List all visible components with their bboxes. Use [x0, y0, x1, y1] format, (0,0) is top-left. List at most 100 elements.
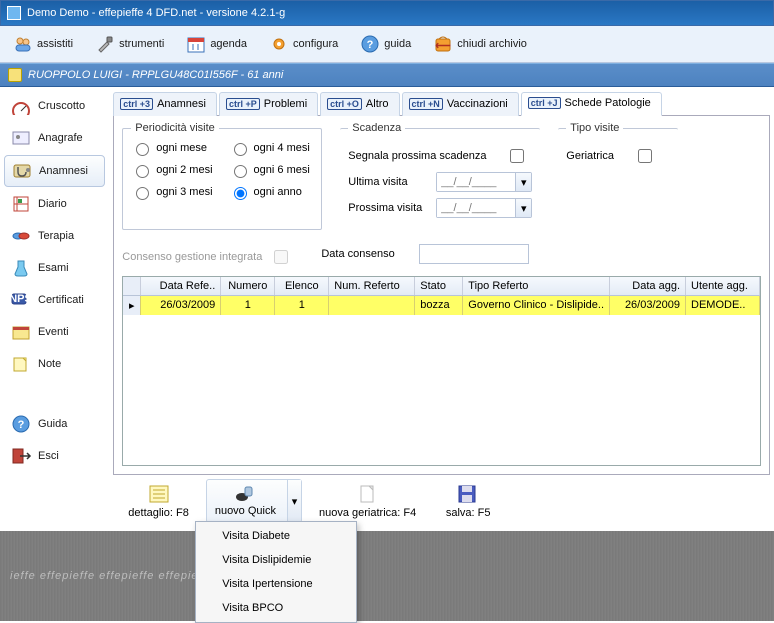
note-icon — [10, 354, 32, 374]
col-num-referto[interactable]: Num. Referto — [329, 277, 415, 295]
radio-ogni-6-mesi[interactable]: ogni 6 mesi — [229, 162, 310, 178]
chevron-down-icon[interactable]: ▾ — [515, 173, 531, 191]
agenda-label: agenda — [210, 38, 247, 50]
tab-altro[interactable]: ctrl +OAltro — [320, 92, 399, 116]
col-tipo[interactable]: Tipo Referto — [463, 277, 610, 295]
stethoscope-icon — [11, 161, 33, 181]
sidebar-item-terapia[interactable]: Terapia — [4, 221, 105, 251]
nuovo-quick-label: nuovo Quick — [215, 505, 276, 517]
tab-vaccinazioni[interactable]: ctrl +NVaccinazioni — [402, 92, 519, 116]
window-title: Demo Demo - effepieffe 4 DFD.net - versi… — [27, 7, 285, 19]
nuovo-quick-dropdown[interactable]: ▾ — [287, 480, 301, 522]
tabs: ctrl +3Anamnesi ctrl +PProblemi ctrl +OA… — [113, 91, 770, 116]
body: Cruscotto Anagrafe Anamnesi Diario Terap… — [0, 87, 774, 531]
col-data-ref[interactable]: Data Refe.. — [141, 277, 221, 295]
assistiti-button[interactable]: assistiti — [6, 30, 80, 58]
svg-text:⟵: ⟵ — [435, 40, 451, 52]
sidebar-item-cruscotto[interactable]: Cruscotto — [4, 91, 105, 121]
radio-ogni-2-mesi[interactable]: ogni 2 mesi — [131, 162, 212, 178]
configura-button[interactable]: configura — [262, 30, 345, 58]
tab-problemi[interactable]: ctrl +PProblemi — [219, 92, 318, 116]
configura-label: configura — [293, 38, 338, 50]
scadenza-legend: Scadenza — [348, 122, 405, 134]
data-consenso-input[interactable] — [419, 244, 529, 264]
geriatrica-checkbox[interactable] — [638, 149, 652, 163]
radio-ogni-3-mesi[interactable]: ogni 3 mesi — [131, 184, 212, 200]
sidebar-item-esami[interactable]: Esami — [4, 253, 105, 283]
patient-icon — [8, 68, 22, 82]
calendar-icon — [186, 34, 206, 54]
sidebar-item-anagrafe[interactable]: Anagrafe — [4, 123, 105, 153]
svg-text:?: ? — [367, 39, 374, 51]
dettaglio-label: dettaglio: F8 — [128, 507, 189, 519]
agenda-button[interactable]: agenda — [179, 30, 254, 58]
main: ctrl +3Anamnesi ctrl +PProblemi ctrl +OA… — [109, 87, 774, 531]
dettaglio-button[interactable]: dettaglio: F8 — [121, 479, 196, 527]
sidebar-item-diario[interactable]: Diario — [4, 189, 105, 219]
sidebar-item-eventi[interactable]: Eventi — [4, 317, 105, 347]
consenso-label: Consenso gestione integrata — [122, 251, 262, 263]
save-icon — [456, 484, 480, 504]
geriatrica-label: Geriatrica — [566, 150, 626, 162]
sidebar-item-certificati[interactable]: INPSCertificati — [4, 285, 105, 315]
svg-text:INPS: INPS — [10, 293, 32, 305]
chevron-down-icon[interactable]: ▾ — [515, 199, 531, 217]
salva-button[interactable]: salva: F5 — [433, 479, 503, 527]
tools-icon — [95, 34, 115, 54]
document-new-icon — [356, 484, 380, 504]
guida-button[interactable]: ? guida — [353, 30, 418, 58]
sidebar-item-anamnesi[interactable]: Anamnesi — [4, 155, 105, 187]
bottom-bar: dettaglio: F8 nuovo Quick ▾ nuova geriat… — [113, 475, 770, 531]
watermark: ieffe effepieffe effepieffe effepieffe e… — [0, 531, 774, 621]
sidebar-item-guida[interactable]: ?Guida — [4, 409, 105, 439]
app-icon — [7, 6, 21, 20]
nuova-geriatrica-button[interactable]: nuova geriatrica: F4 — [312, 479, 423, 527]
table-row[interactable]: ▸ 26/03/2009 1 1 bozza Governo Clinico -… — [123, 296, 760, 315]
consenso-checkbox — [274, 250, 288, 264]
nuovo-quick-menu: Visita Diabete Visita Dislipidemie Visit… — [195, 521, 357, 623]
chiudi-archivio-button[interactable]: ⟵ chiudi archivio — [426, 30, 534, 58]
detail-icon — [147, 484, 171, 504]
col-data-agg[interactable]: Data agg. — [610, 277, 686, 295]
title-bar: Demo Demo - effepieffe 4 DFD.net - versi… — [0, 0, 774, 26]
people-icon — [13, 34, 33, 54]
quick-icon — [233, 485, 257, 505]
tab-anamnesi[interactable]: ctrl +3Anamnesi — [113, 92, 217, 116]
svg-text:?: ? — [18, 419, 25, 431]
exams-icon — [10, 258, 32, 278]
col-elenco[interactable]: Elenco — [275, 277, 329, 295]
ultima-visita-date[interactable]: ▾ — [436, 172, 532, 192]
chiudi-label: chiudi archivio — [457, 38, 527, 50]
patient-line: RUOPPOLO LUIGI - RPPLGU48C01I556F - 61 a… — [28, 69, 283, 81]
nuovo-quick-button[interactable]: nuovo Quick ▾ — [206, 479, 302, 523]
tab-schede-patologie[interactable]: ctrl +JSchede Patologie — [521, 92, 662, 116]
therapy-icon — [10, 226, 32, 246]
tipo-legend: Tipo visite — [566, 122, 623, 134]
menu-visita-ipertensione[interactable]: Visita Ipertensione — [198, 572, 354, 596]
strumenti-label: strumenti — [119, 38, 164, 50]
radio-ogni-4-mesi[interactable]: ogni 4 mesi — [229, 140, 310, 156]
sidebar-item-esci[interactable]: Esci — [4, 441, 105, 471]
strumenti-button[interactable]: strumenti — [88, 30, 171, 58]
col-stato[interactable]: Stato — [415, 277, 463, 295]
table-header: Data Refe.. Numero Elenco Num. Referto S… — [123, 277, 760, 296]
menu-visita-dislipidemie[interactable]: Visita Dislipidemie — [198, 548, 354, 572]
consenso-row: Consenso gestione integrata — [122, 247, 291, 267]
patient-bar: RUOPPOLO LUIGI - RPPLGU48C01I556F - 61 a… — [0, 63, 774, 87]
col-numero[interactable]: Numero — [221, 277, 275, 295]
segnala-checkbox[interactable] — [510, 149, 524, 163]
certificates-icon: INPS — [10, 290, 32, 310]
table-empty-space — [123, 315, 760, 465]
scadenza-fieldset: Scadenza Segnala prossima scadenza Ultim… — [340, 122, 540, 230]
col-utente[interactable]: Utente agg. — [686, 277, 760, 295]
help-icon: ? — [10, 414, 32, 434]
prossima-visita-date[interactable]: ▾ — [436, 198, 532, 218]
radio-ogni-anno[interactable]: ogni anno — [229, 184, 310, 200]
menu-visita-bpco[interactable]: Visita BPCO — [198, 596, 354, 620]
data-consenso-label: Data consenso — [321, 248, 411, 260]
periodicita-fieldset: Periodicità visite ogni mese ogni 2 mesi… — [122, 122, 322, 230]
menu-visita-diabete[interactable]: Visita Diabete — [198, 524, 354, 548]
radio-ogni-mese[interactable]: ogni mese — [131, 140, 212, 156]
tipo-visite-fieldset: Tipo visite Geriatrica — [558, 122, 678, 230]
sidebar-item-note[interactable]: Note — [4, 349, 105, 379]
